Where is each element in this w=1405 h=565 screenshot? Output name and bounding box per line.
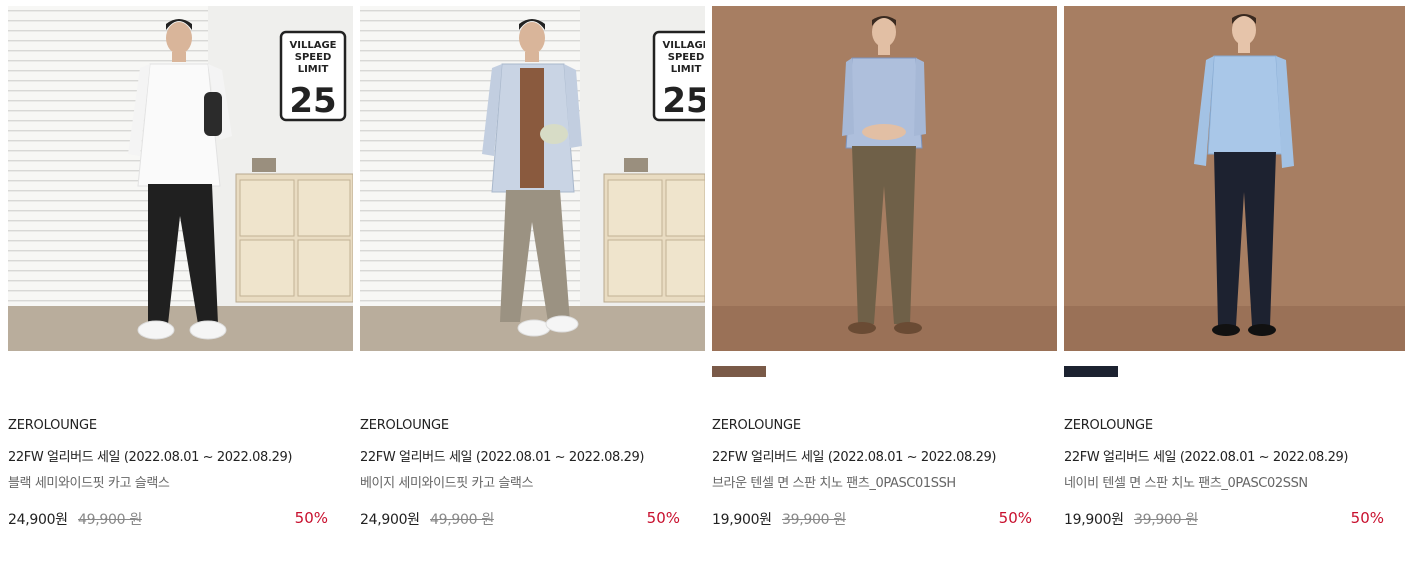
color-swatch[interactable] xyxy=(1064,366,1118,377)
sign-line-3: LIMIT xyxy=(298,64,329,75)
brand-name: ZEROLOUNGE xyxy=(8,418,97,433)
product-card[interactable]: VILLAGE SPEED LIMIT 25 ZEROLOUNGE 22FW 얼… xyxy=(360,6,705,561)
event-title[interactable]: 22FW 얼리버드 세일 (2022.08.01 ~ 2022.08.29) xyxy=(1064,446,1348,465)
brand-name: ZEROLOUNGE xyxy=(1064,418,1153,433)
sign-line-4: 25 xyxy=(662,81,705,121)
discount-rate: 50% xyxy=(294,509,328,527)
product-image[interactable]: VILLAGE SPEED LIMIT 25 xyxy=(8,6,353,351)
product-image[interactable] xyxy=(712,6,1057,351)
product-grid: VILLAGE SPEED LIMIT 25 ZEROLOUNGE 22FW 얼… xyxy=(8,6,1405,561)
speed-limit-sign: VILLAGE SPEED LIMIT 25 xyxy=(652,30,705,122)
sale-price: 24,900원 xyxy=(360,512,420,528)
sale-price: 19,900원 xyxy=(712,512,772,528)
sign-line-4: 25 xyxy=(289,81,336,121)
discount-rate: 50% xyxy=(646,509,680,527)
original-price: 39,900 원 xyxy=(782,512,846,528)
sign-line-1: VILLAGE xyxy=(290,40,337,51)
discount-rate: 50% xyxy=(998,509,1032,527)
product-name[interactable]: 블랙 세미와이드핏 카고 슬랙스 xyxy=(8,472,170,491)
price-row: 19,900원 39,900 원 50% xyxy=(712,509,1032,531)
sale-price: 24,900원 xyxy=(8,512,68,528)
product-card[interactable]: VILLAGE SPEED LIMIT 25 ZEROLOUNGE 22FW 얼… xyxy=(8,6,353,561)
sign-line-1: VILLAGE xyxy=(663,40,705,51)
rug xyxy=(8,306,353,351)
brand-name: ZEROLOUNGE xyxy=(712,418,801,433)
speed-limit-sign: VILLAGE SPEED LIMIT 25 xyxy=(279,30,347,122)
price-row: 19,900원 39,900 원 50% xyxy=(1064,509,1384,531)
brand-name: ZEROLOUNGE xyxy=(360,418,449,433)
product-card[interactable]: ZEROLOUNGE 22FW 얼리버드 세일 (2022.08.01 ~ 20… xyxy=(712,6,1057,561)
color-swatch[interactable] xyxy=(712,366,766,377)
original-price: 49,900 원 xyxy=(78,512,142,528)
original-price: 39,900 원 xyxy=(1134,512,1198,528)
price-row: 24,900원 49,900 원 50% xyxy=(8,509,328,531)
sign-line-2: SPEED xyxy=(295,52,332,63)
sale-price: 19,900원 xyxy=(1064,512,1124,528)
product-card[interactable]: ZEROLOUNGE 22FW 얼리버드 세일 (2022.08.01 ~ 20… xyxy=(1064,6,1405,561)
event-title[interactable]: 22FW 얼리버드 세일 (2022.08.01 ~ 2022.08.29) xyxy=(8,446,292,465)
product-image[interactable]: VILLAGE SPEED LIMIT 25 xyxy=(360,6,705,351)
cabinet xyxy=(603,158,705,303)
product-name[interactable]: 네이비 텐셀 면 스판 치노 팬츠_0PASC02SSN xyxy=(1064,472,1308,491)
discount-rate: 50% xyxy=(1350,509,1384,527)
event-title[interactable]: 22FW 얼리버드 세일 (2022.08.01 ~ 2022.08.29) xyxy=(360,446,644,465)
product-image[interactable] xyxy=(1064,6,1405,351)
event-title[interactable]: 22FW 얼리버드 세일 (2022.08.01 ~ 2022.08.29) xyxy=(712,446,996,465)
product-name[interactable]: 브라운 텐셀 면 스판 치노 팬츠_0PASC01SSH xyxy=(712,472,956,491)
sign-line-2: SPEED xyxy=(668,52,705,63)
original-price: 49,900 원 xyxy=(430,512,494,528)
cabinet xyxy=(235,158,353,303)
price-row: 24,900원 49,900 원 50% xyxy=(360,509,680,531)
product-name[interactable]: 베이지 세미와이드핏 카고 슬랙스 xyxy=(360,472,533,491)
sign-line-3: LIMIT xyxy=(671,64,702,75)
